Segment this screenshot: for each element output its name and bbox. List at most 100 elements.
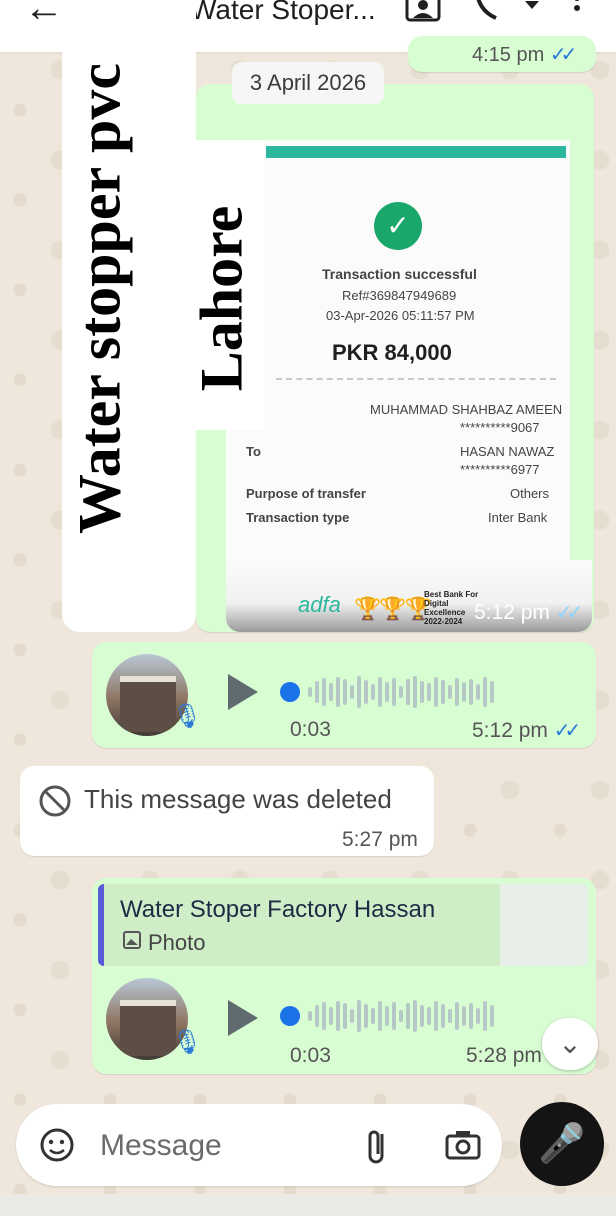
prev-message-bubble[interactable]: 4:15 pm ✓✓ xyxy=(408,36,596,72)
waveform-bar xyxy=(385,682,389,702)
receipt-status: Transaction successful xyxy=(322,266,477,282)
waveform-bar xyxy=(357,1000,361,1032)
waveform-bar xyxy=(357,676,361,708)
receipt-ref: Ref#369847949689 xyxy=(342,288,457,303)
receipt-purpose-label: Purpose of transfer xyxy=(246,486,366,501)
waveform-bar xyxy=(441,680,445,704)
waveform-bar xyxy=(329,683,333,701)
double-check-icon: ✓✓ xyxy=(555,602,583,624)
nav-bar xyxy=(0,1194,616,1216)
image-icon xyxy=(122,930,142,950)
waveform-bar xyxy=(378,677,382,707)
waveform-bar xyxy=(476,684,480,700)
waveform-bar xyxy=(434,677,438,707)
voice-message-bubble[interactable]: 🎙 0:03 5:12 pm ✓✓ xyxy=(92,642,596,748)
receipt-type-label: Transaction type xyxy=(246,510,350,525)
date-chip: 3 April 2026 xyxy=(232,62,384,104)
receipt-from-name: MUHAMMAD SHAHBAZ AMEEN xyxy=(370,402,563,417)
waveform-bar xyxy=(427,1007,431,1025)
waveform-bar xyxy=(427,683,431,701)
waveform-bar xyxy=(336,677,340,707)
waveform-bar xyxy=(462,682,466,702)
waveform-bar xyxy=(448,685,452,699)
award-text: Best Bank For Digital Excellence 2022-20… xyxy=(424,590,479,626)
chevron-down-icon[interactable] xyxy=(524,0,540,16)
voice-progress-dot[interactable] xyxy=(280,1006,300,1026)
voice-duration: 0:03 xyxy=(290,718,331,741)
reply-sender-name: Water Stoper Factory Hassan xyxy=(120,896,436,923)
waveform-bar xyxy=(406,1003,410,1029)
receipt-amount: PKR 84,000 xyxy=(332,340,452,365)
chat-title[interactable]: Water Stoper... xyxy=(190,0,376,26)
waveform-bar xyxy=(406,679,410,705)
receipt-from-account: **********9067 xyxy=(460,420,540,435)
waveform-bar xyxy=(308,687,312,697)
arrow-left-icon[interactable]: ← xyxy=(24,0,64,31)
receipt-type-value: Inter Bank xyxy=(488,510,548,525)
sticker-icon[interactable] xyxy=(38,1126,76,1164)
phone-icon[interactable] xyxy=(474,0,508,27)
voice-waveform[interactable] xyxy=(308,998,494,1034)
deleted-message-text: This message was deleted xyxy=(84,784,392,814)
play-icon[interactable] xyxy=(228,1000,258,1036)
waveform-bar xyxy=(434,1001,438,1031)
mic-icon: 🎙 xyxy=(172,703,203,730)
waveform-bar xyxy=(483,677,487,707)
message-time: 5:27 pm xyxy=(342,828,418,851)
paperclip-icon[interactable] xyxy=(364,1126,392,1166)
waveform-bar xyxy=(385,1006,389,1026)
waveform-bar xyxy=(413,1000,417,1032)
waveform-bar xyxy=(343,1003,347,1029)
waveform-bar xyxy=(455,678,459,706)
message-time: 5:12 pm xyxy=(474,601,550,624)
transaction-receipt-image[interactable]: ✓ Transaction successful Ref#36984794968… xyxy=(226,140,570,560)
double-check-icon: ✓✓ xyxy=(553,720,581,742)
waveform-bar xyxy=(490,681,494,703)
message-time: 4:15 pm xyxy=(472,44,545,66)
mic-icon: 🎤 xyxy=(538,1123,586,1165)
scroll-down-button[interactable]: ⌄ xyxy=(542,1018,598,1070)
waveform-bar xyxy=(483,1001,487,1031)
waveform-bar xyxy=(364,680,368,704)
message-time: 5:12 pm xyxy=(472,719,548,742)
play-icon[interactable] xyxy=(228,674,258,710)
waveform-bar xyxy=(322,678,326,706)
voice-message-2[interactable]: 🎙 0:03 5:28 pm xyxy=(92,966,596,1074)
waveform-bar xyxy=(469,1003,473,1029)
reply-type: Photo xyxy=(148,930,206,955)
waveform-bar xyxy=(364,1004,368,1028)
receipt-to-account: **********6977 xyxy=(460,462,540,477)
more-vert-icon[interactable] xyxy=(572,0,582,29)
contact-card-icon[interactable] xyxy=(404,0,442,29)
waveform-bar xyxy=(448,1009,452,1023)
mic-button[interactable]: 🎤 xyxy=(520,1102,604,1186)
waveform-bar xyxy=(315,681,319,703)
camera-icon[interactable] xyxy=(444,1128,482,1162)
double-check-icon: ✓✓ xyxy=(549,44,577,66)
message-input[interactable] xyxy=(98,1122,342,1170)
image-footer: adfa 🏆🏆🏆 Best Bank For Digital Excellenc… xyxy=(226,560,592,632)
voice-progress-dot[interactable] xyxy=(280,682,300,702)
waveform-bar xyxy=(371,684,375,700)
waveform-bar xyxy=(455,1002,459,1030)
waveform-bar xyxy=(420,1005,424,1027)
receipt-header-bar xyxy=(266,146,566,158)
waveform-bar xyxy=(392,1002,396,1030)
receipt-to-name: HASAN NAWAZ xyxy=(460,444,555,459)
receipt-purpose-value: Others xyxy=(510,486,550,501)
waveform-bar xyxy=(392,678,396,706)
waveform-bar xyxy=(322,1002,326,1030)
waveform-bar xyxy=(378,1001,382,1031)
waveform-bar xyxy=(399,686,403,698)
voice-waveform[interactable] xyxy=(308,674,494,710)
deleted-message-bubble[interactable]: This message was deleted 5:27 pm xyxy=(20,766,434,856)
reply-quote[interactable]: Water Stoper Factory Hassan Photo xyxy=(98,884,506,966)
overlay-text-line1: Water stopper pvc xyxy=(66,62,133,535)
message-composer xyxy=(16,1104,502,1186)
waveform-bar xyxy=(399,1010,403,1022)
mic-icon: 🎙 xyxy=(172,1029,203,1056)
waveform-bar xyxy=(420,681,424,703)
receipt-to-label: To xyxy=(246,444,261,459)
waveform-bar xyxy=(315,1005,319,1027)
waveform-bar xyxy=(336,1001,340,1031)
